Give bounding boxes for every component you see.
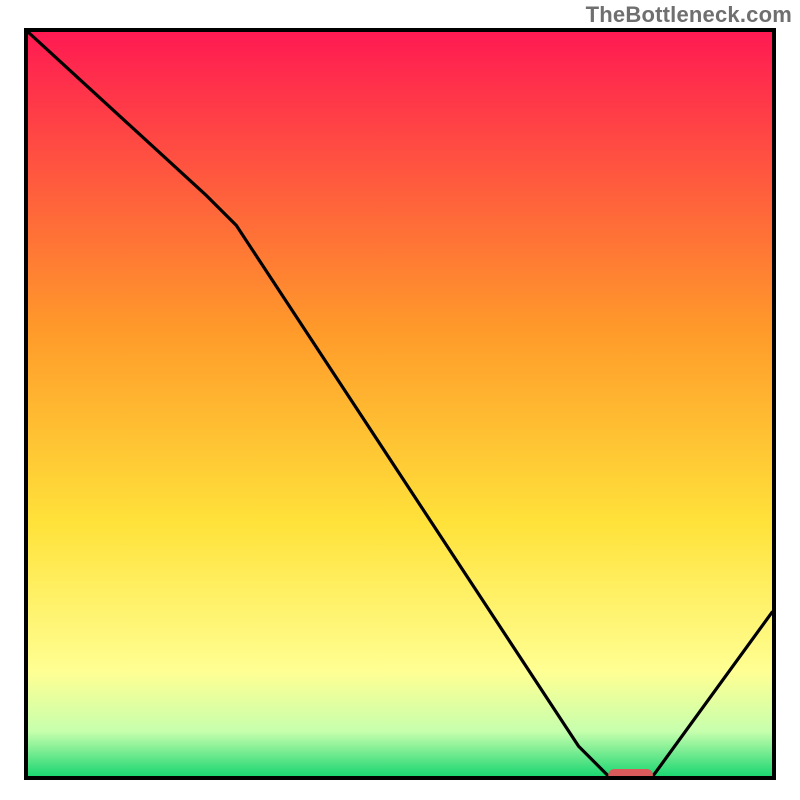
chart-container: TheBottleneck.com bbox=[0, 0, 800, 800]
gradient-background bbox=[28, 32, 772, 776]
watermark-text: TheBottleneck.com bbox=[586, 2, 792, 28]
plot-area bbox=[24, 28, 776, 780]
chart-svg bbox=[28, 32, 772, 776]
optimal-range-marker bbox=[608, 769, 653, 776]
